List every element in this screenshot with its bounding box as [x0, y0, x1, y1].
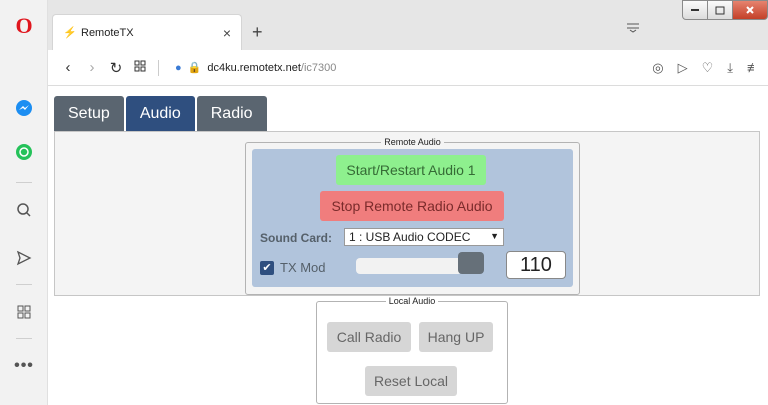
tab-setup[interactable]: Setup — [54, 96, 124, 131]
send-icon[interactable] — [12, 246, 36, 270]
browser-tab[interactable]: ⚡ RemoteTX × — [52, 14, 242, 50]
tab-radio[interactable]: Radio — [196, 96, 267, 131]
tx-mod-checkbox[interactable]: ✔ — [260, 261, 274, 275]
vpn-icon[interactable]: ● — [175, 62, 182, 74]
local-audio-legend: Local Audio — [388, 296, 436, 306]
hang-up-button[interactable]: Hang UP — [419, 322, 493, 352]
share-icon[interactable]: ▷ — [678, 60, 688, 76]
more-icon[interactable]: ••• — [12, 354, 36, 378]
call-radio-button[interactable]: Call Radio — [327, 322, 411, 352]
close-window-button[interactable] — [732, 0, 768, 20]
tab-strip: ⚡ RemoteTX × + — [48, 0, 768, 50]
speed-dial-icon[interactable] — [128, 59, 152, 76]
forward-icon[interactable]: › — [80, 59, 104, 76]
remote-audio-panel: Start/Restart Audio 1 Stop Remote Radio … — [252, 149, 573, 287]
sidebar-divider — [16, 182, 32, 183]
tx-mod-value: 110 — [506, 251, 566, 279]
start-audio-button[interactable]: Start/Restart Audio 1 — [336, 155, 486, 185]
chevron-down-icon: ▼ — [490, 231, 499, 241]
local-audio-group: Local Audio Call Radio Hang UP Reset Loc… — [316, 296, 508, 404]
back-icon[interactable]: ‹ — [56, 59, 80, 76]
url-host: dc4ku.remotetx.net — [207, 61, 301, 74]
url-path: /ic7300 — [300, 61, 337, 74]
app-tabs: Setup Audio Radio — [54, 96, 267, 131]
reset-local-button[interactable]: Reset Local — [365, 366, 457, 396]
page-content: Setup Audio Radio Remote Audio Start/Res… — [48, 86, 768, 405]
tx-mod-label: TX Mod — [280, 260, 326, 275]
download-icon[interactable]: ⤓ — [727, 60, 733, 76]
search-icon[interactable] — [12, 198, 36, 222]
tab-audio[interactable]: Audio — [125, 96, 195, 131]
camera-icon[interactable]: ◎ — [652, 60, 663, 76]
sidebar-divider — [16, 338, 32, 339]
tab-title: RemoteTX — [81, 26, 134, 39]
tab-close-icon[interactable]: × — [223, 25, 231, 41]
browser-sidebar: O ••• — [0, 0, 48, 405]
sound-card-label: Sound Card: — [260, 231, 332, 245]
remotetx-favicon-icon: ⚡ — [63, 26, 77, 39]
remote-audio-group: Remote Audio Start/Restart Audio 1 Stop … — [245, 137, 580, 295]
tab-menu-icon[interactable] — [626, 20, 640, 36]
remote-audio-legend: Remote Audio — [384, 137, 441, 147]
sound-card-value: 1 : USB Audio CODEC — [349, 230, 471, 244]
grid-icon[interactable] — [12, 300, 36, 324]
reload-icon[interactable]: ↻ — [104, 59, 128, 77]
address-divider — [158, 59, 159, 76]
messenger-icon[interactable] — [12, 96, 36, 120]
sidebar-divider — [16, 284, 32, 285]
easy-setup-icon[interactable]: ≢ — [747, 60, 760, 76]
tx-mod-slider-thumb[interactable] — [458, 252, 484, 274]
stop-remote-audio-button[interactable]: Stop Remote Radio Audio — [320, 191, 504, 221]
sound-card-select[interactable]: 1 : USB Audio CODEC ▼ — [344, 228, 504, 246]
whatsapp-icon[interactable] — [12, 140, 36, 164]
address-bar: ‹ › ↻ ● 🔒 dc4ku.remotetx.net/ic7300 ◎ ▷ … — [48, 50, 768, 86]
lock-icon: 🔒 — [187, 62, 202, 74]
maximize-button[interactable] — [707, 0, 733, 20]
tx-mod-slider[interactable] — [356, 258, 462, 274]
url-field[interactable]: ● 🔒 dc4ku.remotetx.net/ic7300 — [175, 61, 337, 75]
opera-logo-icon[interactable]: O — [12, 13, 36, 38]
new-tab-button[interactable]: + — [252, 22, 263, 43]
heart-icon[interactable]: ♡ — [702, 60, 714, 76]
minimize-button[interactable] — [682, 0, 708, 20]
